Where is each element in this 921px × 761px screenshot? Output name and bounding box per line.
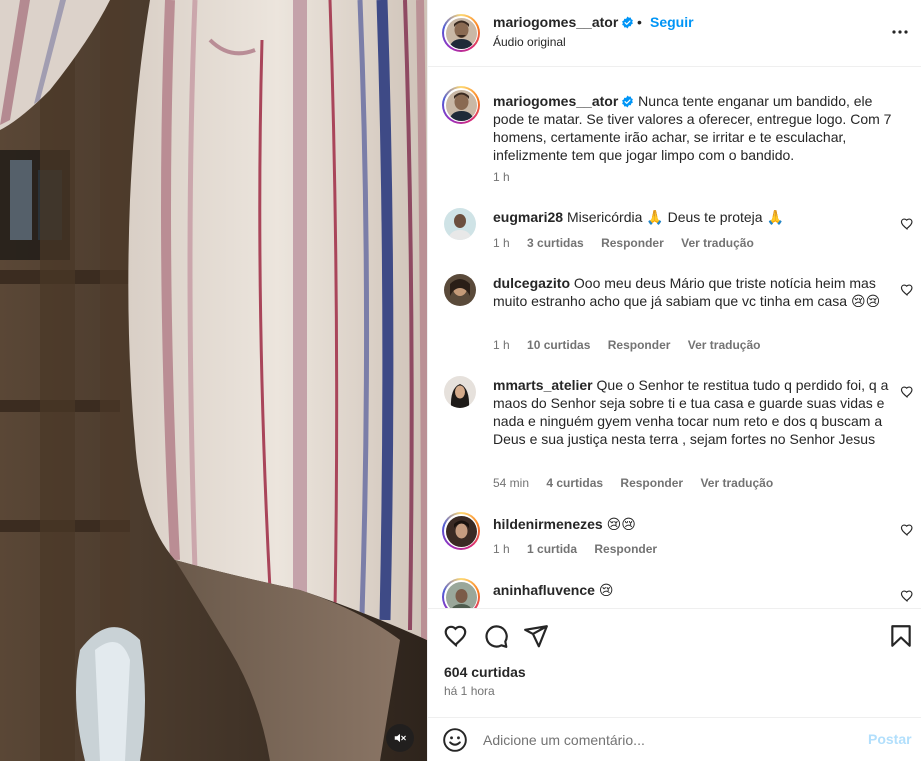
comment-text-block: aninhafluvence 😢 [493,581,903,599]
comment-meta: 54 min 4 curtidas Responder Ver tradução [493,476,787,490]
comments-list[interactable]: mariogomes__ator Nunca tente enganar um … [428,68,921,608]
caption-avatar-image [445,89,477,121]
video-frame [0,0,427,761]
translate-button[interactable]: Ver tradução [681,236,754,250]
caption-time[interactable]: 1 h [493,170,510,184]
comment-text-block: dulcegazito Ooo meu deus Mário que trist… [493,274,903,310]
commenter-avatar[interactable] [444,274,476,306]
likes-count[interactable]: 604 curtidas [444,664,526,680]
author-username[interactable]: mariogomes__ator [493,14,634,30]
commenter-avatar[interactable] [442,512,480,550]
comment-likes[interactable]: 4 curtidas [546,476,603,490]
audio-label[interactable]: Áudio original [493,35,566,49]
comment-time[interactable]: 1 h [493,236,510,250]
post-time[interactable]: há 1 hora [444,684,495,698]
post-header: mariogomes__ator • Seguir Áudio original [428,0,921,67]
comment-likes[interactable]: 3 curtidas [527,236,584,250]
comment-time[interactable]: 54 min [493,476,529,490]
verified-badge-icon [622,95,634,108]
commenter-avatar-image [444,376,476,408]
verified-badge-icon [622,16,634,29]
header-separator: • [637,14,642,30]
comment-text: 😢 [598,582,614,598]
comment-input[interactable] [483,728,853,752]
comment-username[interactable]: dulcegazito [493,275,570,291]
comment-meta: 1 h 10 curtidas Responder Ver tradução [493,338,774,352]
commenter-avatar-image [444,274,476,306]
comment-like-heart-icon[interactable] [900,385,914,399]
like-heart-icon[interactable] [443,623,469,649]
post-side-panel: mariogomes__ator • Seguir Áudio original [427,0,921,761]
comment-like-heart-icon[interactable] [900,217,914,231]
comment-like-heart-icon[interactable] [900,589,914,603]
caption-username[interactable]: mariogomes__ator [493,93,618,109]
comment-likes[interactable]: 10 curtidas [527,338,590,352]
comment-text-block: hildenirmenezes 😢😢 [493,515,903,533]
share-send-icon[interactable] [523,623,549,649]
post-actions: 604 curtidas há 1 hora [428,608,921,718]
post-video[interactable] [0,0,427,761]
reply-button[interactable]: Responder [594,542,657,556]
comment-text-block: mmarts_atelier Que o Senhor te restitua … [493,376,903,448]
reply-button[interactable]: Responder [620,476,683,490]
post-comment-button[interactable]: Postar [868,731,912,747]
comment-username[interactable]: eugmari28 [493,209,563,225]
speaker-muted-icon [394,733,406,743]
reply-button[interactable]: Responder [608,338,671,352]
commenter-avatar-image [444,208,476,240]
translate-button[interactable]: Ver tradução [700,476,773,490]
comment-bubble-icon[interactable] [483,623,509,649]
commenter-avatar[interactable] [444,208,476,240]
comment-text: 😢😢 [606,516,636,532]
comment-meta: 1 h 1 curtida Responder [493,542,671,556]
emoji-icon[interactable] [442,727,468,753]
comment-text: Misericórdia 🙏 Deus te proteja 🙏 [566,209,784,225]
commenter-avatar[interactable] [442,578,480,608]
comment-like-heart-icon[interactable] [900,523,914,537]
caption-meta: 1 h [493,170,524,184]
comment-username[interactable]: hildenirmenezes [493,516,603,532]
mute-button[interactable] [386,724,414,752]
comment-like-heart-icon[interactable] [900,283,914,297]
commenter-avatar[interactable] [444,376,476,408]
commenter-avatar-image [445,515,477,547]
add-comment-bar: Postar [428,717,921,761]
caption-avatar[interactable] [442,86,480,124]
more-options-icon[interactable] [888,20,912,44]
follow-button[interactable]: Seguir [650,14,694,30]
save-bookmark-icon[interactable] [888,623,914,649]
comment-time[interactable]: 1 h [493,338,510,352]
commenter-avatar-image [445,581,477,608]
comment-time[interactable]: 1 h [493,542,510,556]
comment-username[interactable]: aninhafluvence [493,582,595,598]
comment-likes[interactable]: 1 curtida [527,542,577,556]
translate-button[interactable]: Ver tradução [688,338,761,352]
author-avatar-image [445,17,477,49]
comment-username[interactable]: mmarts_atelier [493,377,593,393]
author-avatar[interactable] [442,14,480,52]
reply-button[interactable]: Responder [601,236,664,250]
caption-text-block: mariogomes__ator Nunca tente enganar um … [493,92,903,164]
comment-meta: 1 h 3 curtidas Responder Ver tradução [493,236,768,250]
comment-text-block: eugmari28 Misericórdia 🙏 Deus te proteja… [493,208,903,226]
